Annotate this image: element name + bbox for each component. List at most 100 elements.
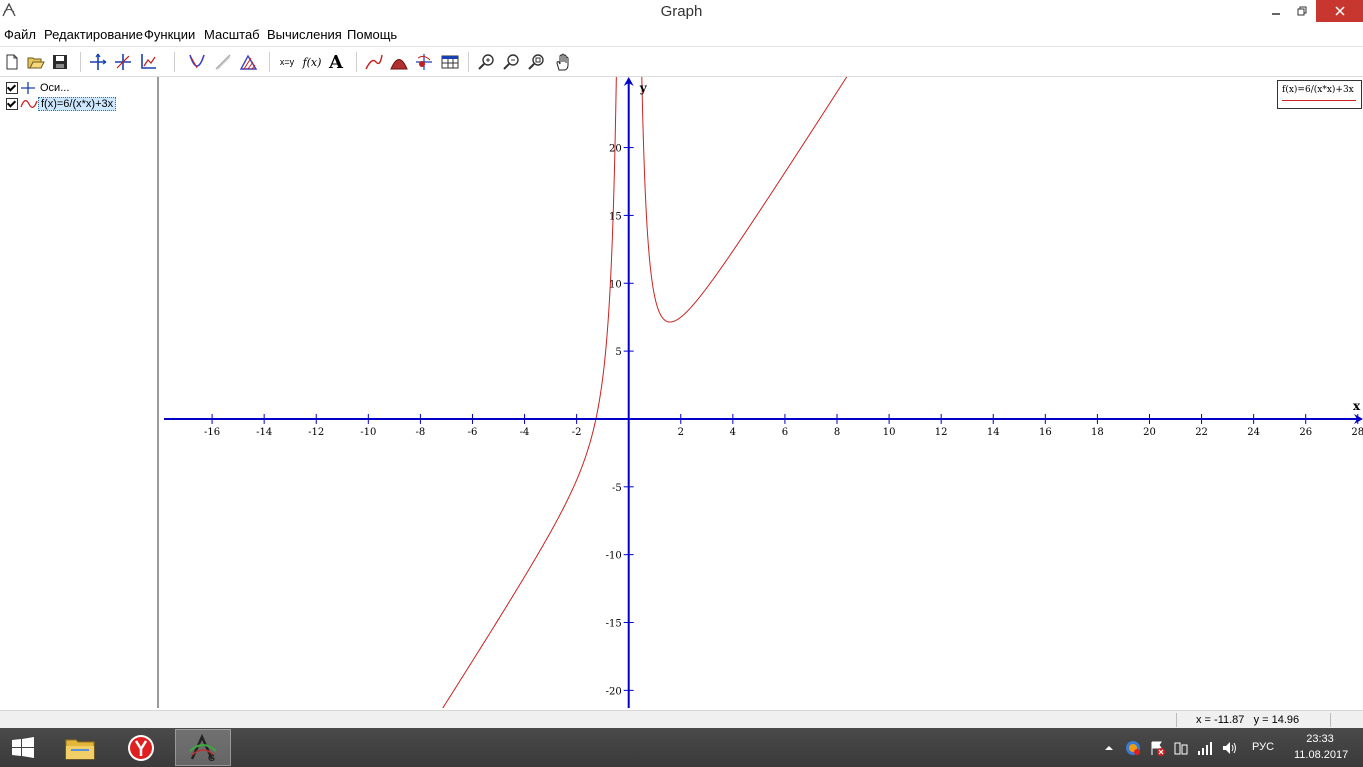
clock-date[interactable]: 11.08.2017 xyxy=(1294,749,1348,761)
clock-time[interactable]: 23:33 xyxy=(1300,733,1340,745)
y-tick-label: -15 xyxy=(606,619,622,630)
axes-crossing-button[interactable] xyxy=(113,52,133,72)
close-icon xyxy=(1334,6,1345,16)
new-file-icon xyxy=(6,54,18,70)
menu-help[interactable]: Помощь xyxy=(347,27,397,42)
speaker-icon xyxy=(1223,742,1236,754)
menu-functions[interactable]: Функции xyxy=(144,27,195,42)
relation-label: x=y xyxy=(279,57,295,67)
axes-visible-checkbox[interactable] xyxy=(6,82,18,94)
axes-corner-button[interactable] xyxy=(138,52,158,72)
start-button[interactable] xyxy=(0,729,46,766)
x-tick-label: -16 xyxy=(204,427,220,438)
x-tick-label: 4 xyxy=(730,427,736,438)
insert-trendline-button[interactable] xyxy=(364,52,384,72)
restore-icon xyxy=(1297,6,1307,16)
table-button[interactable] xyxy=(440,52,460,72)
toolbar-separator xyxy=(356,52,357,72)
text-label: A xyxy=(329,51,343,73)
menu-zoom[interactable]: Масштаб xyxy=(204,27,260,42)
tray-network-warning[interactable] xyxy=(1149,740,1165,756)
cursor-coordinates: x = -11.87 y = 14.96 xyxy=(1196,714,1299,726)
open-file-button[interactable] xyxy=(26,52,46,72)
menu-edit[interactable]: Редактирование xyxy=(44,27,143,42)
tray-globe-icon xyxy=(1126,741,1140,755)
new-file-button[interactable] xyxy=(2,52,22,72)
graph-area[interactable]: -16 -14 -12 -10 -8 -6 -4 -2 2 4 6 8 10 12 14 16 18 20 22 24… xyxy=(160,49,1363,736)
function-visible-checkbox[interactable] xyxy=(6,98,18,110)
toolbar-separator xyxy=(174,52,175,72)
tree-item-function[interactable]: f(x)=6/(x*x)+3x xyxy=(6,97,117,111)
insert-area-button[interactable] xyxy=(389,52,409,72)
minimize-icon xyxy=(1272,13,1280,15)
graph-app-icon: G xyxy=(189,733,217,763)
chevron-up-icon xyxy=(1105,746,1113,750)
insert-fx-button[interactable]: f(x) xyxy=(302,52,322,72)
cursor-x: x = -11.87 xyxy=(1196,714,1245,726)
x-tick-label: 12 xyxy=(935,427,948,438)
minimize-button[interactable] xyxy=(1262,0,1290,22)
edit-axes-button[interactable] xyxy=(88,52,108,72)
x-tick-label: 14 xyxy=(987,427,1000,438)
input-language[interactable]: РУС xyxy=(1252,741,1274,753)
x-tick-label: -4 xyxy=(520,427,530,438)
point-series-icon xyxy=(416,54,432,70)
insert-relation-button[interactable]: x=y xyxy=(275,52,299,72)
tree-item-axes[interactable]: Оси... xyxy=(6,81,69,95)
menu-file[interactable]: Файл xyxy=(4,27,36,42)
fx-label: f(x) xyxy=(302,55,322,69)
trendline-icon xyxy=(365,54,383,70)
legend-line-sample xyxy=(1282,100,1356,101)
x-tick-label: -14 xyxy=(256,427,272,438)
tray-volume[interactable] xyxy=(1221,740,1237,756)
tray-app-icon[interactable] xyxy=(1125,740,1141,756)
save-file-button[interactable] xyxy=(50,52,70,72)
yandex-browser-icon xyxy=(128,734,154,761)
x-tick-label: -2 xyxy=(572,427,582,438)
device-icon xyxy=(1174,742,1188,755)
status-separator xyxy=(1330,713,1331,727)
zoom-standard-button[interactable] xyxy=(527,52,547,72)
tray-signal[interactable] xyxy=(1197,740,1213,756)
save-disk-icon xyxy=(53,55,67,69)
x-tick-label: -8 xyxy=(416,427,426,438)
svg-text:G: G xyxy=(208,753,215,763)
axes-small-icon xyxy=(21,82,35,94)
x-tick-label: 22 xyxy=(1195,427,1208,438)
tree-axes-label: Оси... xyxy=(40,82,70,94)
x-tick-label: 8 xyxy=(834,427,840,438)
status-separator xyxy=(1176,713,1177,727)
axes-corner-icon xyxy=(141,54,156,69)
insert-function-button[interactable] xyxy=(187,52,207,72)
tree-function-label: f(x)=6/(x*x)+3x xyxy=(38,97,117,111)
zoom-fit-icon xyxy=(528,54,544,70)
signal-bars-icon xyxy=(1198,742,1212,755)
legend[interactable]: f(x)=6/(x*x)+3x xyxy=(1277,80,1362,109)
area-icon xyxy=(390,59,408,70)
insert-point-button[interactable] xyxy=(414,52,434,72)
show-hidden-icons-button[interactable] xyxy=(1101,740,1117,756)
close-button[interactable] xyxy=(1316,0,1363,22)
menu-bar: Файл Редактирование Функции Масштаб Вычи… xyxy=(0,25,1363,47)
menu-calculate[interactable]: Вычисления xyxy=(267,27,342,42)
pan-button[interactable] xyxy=(553,52,573,72)
title-bar: Graph xyxy=(0,0,1363,24)
maximize-button[interactable] xyxy=(1288,0,1316,22)
taskbar-graph-app[interactable]: G xyxy=(175,729,231,766)
taskbar: G РУС 23:33 11.08.2017 xyxy=(0,728,1363,767)
tray-device[interactable] xyxy=(1173,740,1189,756)
x-tick-label: 2 xyxy=(678,427,684,438)
taskbar-explorer[interactable] xyxy=(52,729,108,766)
insert-tangent-button[interactable] xyxy=(213,52,233,72)
status-bar: x = -11.87 y = 14.96 xyxy=(0,710,1363,729)
window-title: Graph xyxy=(660,3,703,20)
zoom-in-button[interactable] xyxy=(477,52,497,72)
insert-text-button[interactable]: A xyxy=(326,51,346,73)
y-axis-label: y xyxy=(639,81,648,95)
taskbar-yandex-browser[interactable] xyxy=(113,729,169,766)
insert-shading-button[interactable] xyxy=(239,52,259,72)
open-folder-icon xyxy=(27,57,45,69)
function-plot[interactable]: -16 -14 -12 -10 -8 -6 -4 -2 2 4 6 8 10 12 14 16 18 20 22 24… xyxy=(160,49,1363,736)
zoom-out-button[interactable] xyxy=(502,52,522,72)
x-tick-label: -10 xyxy=(360,427,376,438)
